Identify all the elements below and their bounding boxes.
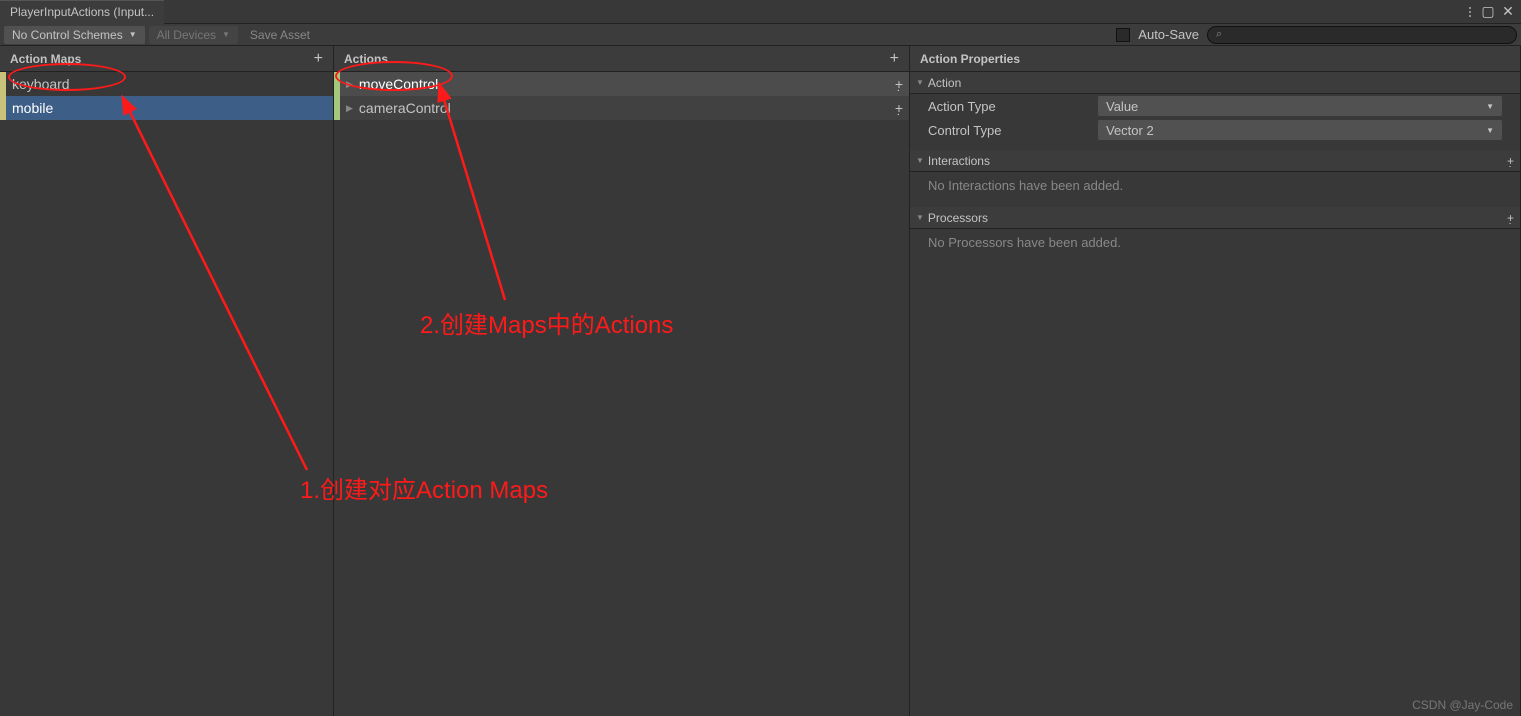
action-section-header[interactable]: ▼ Action	[910, 72, 1520, 94]
search-icon: ⌕	[1216, 28, 1222, 41]
fold-down-icon: ▼	[916, 213, 924, 222]
map-item-mobile[interactable]: mobile	[0, 96, 333, 120]
add-binding-button[interactable]: +̣	[895, 100, 903, 116]
chevron-down-icon: ▼	[1486, 102, 1494, 111]
map-item-keyboard[interactable]: keyboard	[0, 72, 333, 96]
toolbar: No Control Schemes▼ All Devices▼ Save As…	[0, 24, 1521, 46]
action-marker	[334, 96, 340, 120]
fold-down-icon: ▼	[916, 78, 924, 87]
action-marker	[334, 72, 340, 96]
control-type-row: Control Type Vector 2▼	[910, 118, 1520, 142]
processors-section-header[interactable]: ▼ Processors +̣	[910, 207, 1520, 229]
map-marker	[0, 96, 6, 120]
autosave-label: Auto-Save	[1138, 27, 1199, 42]
watermark: CSDN @Jay-Code	[1412, 698, 1513, 712]
interactions-section-header[interactable]: ▼ Interactions +̣	[910, 150, 1520, 172]
properties-panel: Action Properties ▼ Action Action Type V…	[910, 46, 1521, 716]
action-type-row: Action Type Value▼	[910, 94, 1520, 118]
window-tab[interactable]: PlayerInputActions (Input...	[0, 0, 164, 24]
chevron-down-icon: ▼	[222, 30, 230, 39]
chevron-down-icon: ▼	[129, 30, 137, 39]
add-map-button[interactable]: +	[314, 50, 323, 68]
action-type-dropdown[interactable]: Value▼	[1098, 96, 1502, 116]
control-schemes-dropdown[interactable]: No Control Schemes▼	[4, 26, 145, 44]
add-processor-button[interactable]: +̣	[1507, 211, 1514, 225]
autosave-checkbox[interactable]	[1116, 28, 1130, 42]
action-maps-header: Action Maps +	[0, 46, 333, 72]
kebab-menu-icon[interactable]	[1465, 7, 1475, 17]
action-maps-panel: Action Maps + keyboard mobile	[0, 46, 334, 716]
caret-right-icon[interactable]: ▶	[346, 79, 353, 90]
actions-panel: Actions + ▶ moveControl +̣ ▶ cameraContr…	[334, 46, 910, 716]
maximize-icon[interactable]: ▢	[1481, 5, 1495, 19]
add-binding-button[interactable]: +̣	[895, 76, 903, 92]
add-interaction-button[interactable]: +̣	[1507, 154, 1514, 168]
save-asset-button[interactable]: Save Asset	[242, 26, 318, 44]
properties-header: Action Properties	[910, 46, 1520, 72]
caret-right-icon[interactable]: ▶	[346, 103, 353, 114]
action-item-movecontrol[interactable]: ▶ moveControl +̣	[334, 72, 909, 96]
control-type-dropdown[interactable]: Vector 2▼	[1098, 120, 1502, 140]
add-action-button[interactable]: +	[890, 50, 899, 68]
search-input[interactable]: ⌕	[1207, 26, 1517, 44]
close-icon[interactable]: ✕	[1501, 5, 1515, 19]
map-marker	[0, 72, 6, 96]
titlebar: PlayerInputActions (Input... ▢ ✕	[0, 0, 1521, 24]
fold-down-icon: ▼	[916, 156, 924, 165]
interactions-empty-msg: No Interactions have been added.	[910, 172, 1520, 199]
action-item-cameracontrol[interactable]: ▶ cameraControl +̣	[334, 96, 909, 120]
chevron-down-icon: ▼	[1486, 126, 1494, 135]
processors-empty-msg: No Processors have been added.	[910, 229, 1520, 256]
actions-header: Actions +	[334, 46, 909, 72]
devices-dropdown[interactable]: All Devices▼	[149, 26, 238, 44]
